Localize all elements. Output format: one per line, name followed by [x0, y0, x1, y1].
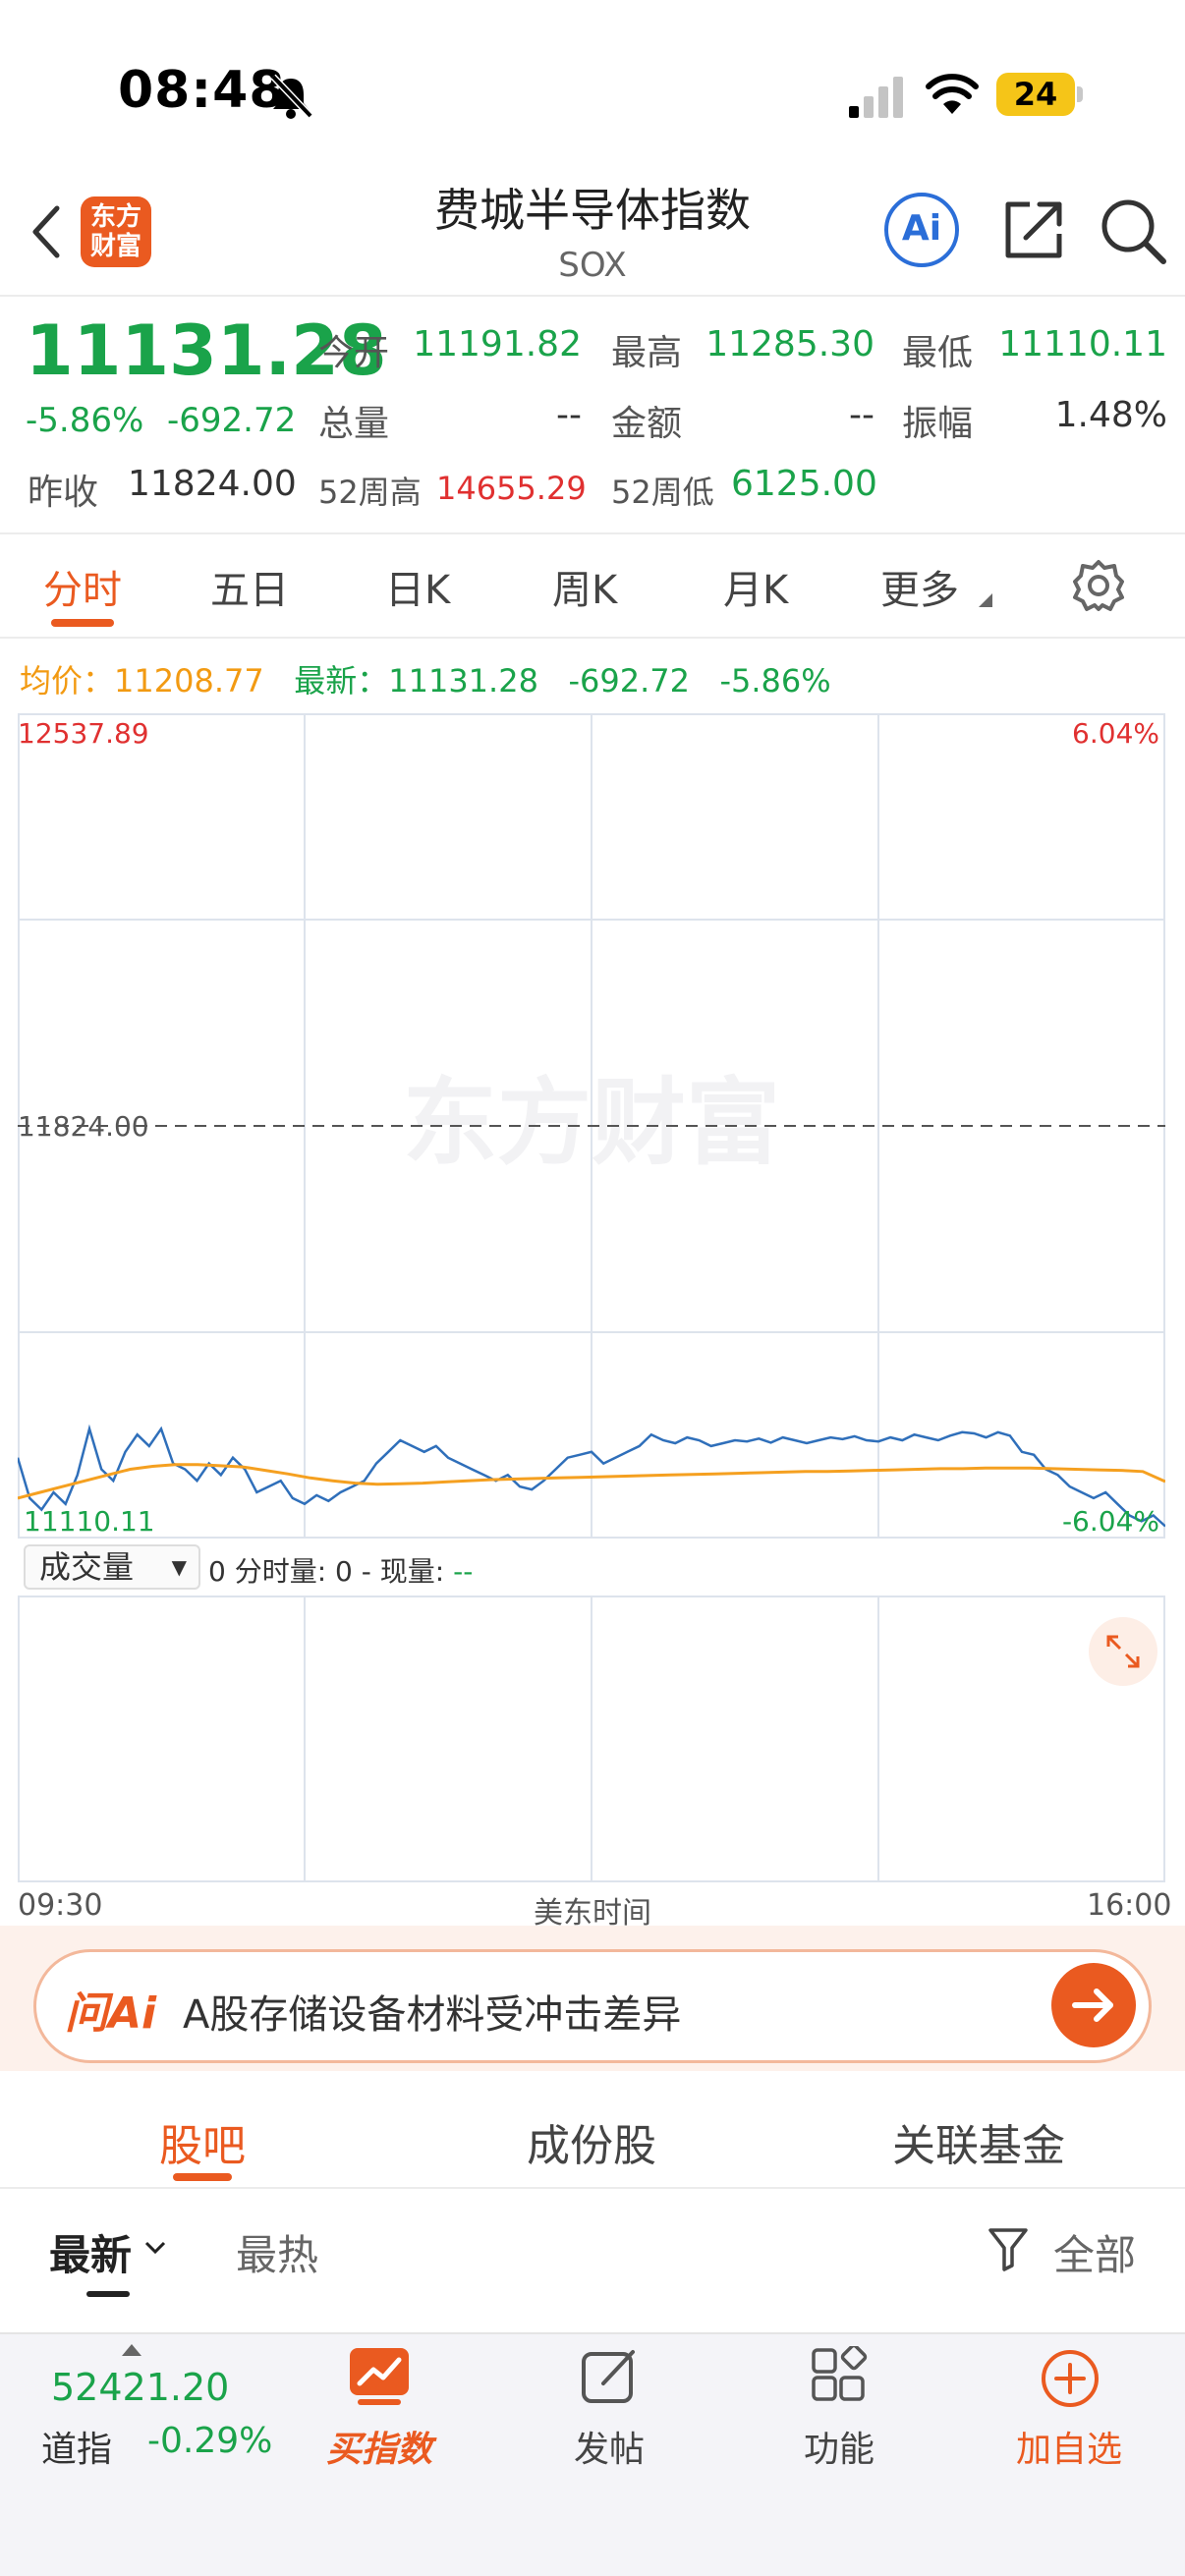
avg-latest-bar: 均价：11208.77 最新：11131.28 -692.72 -5.86%	[20, 656, 831, 701]
post-label[interactable]: 发帖	[531, 2421, 688, 2472]
volume-info: 0 分时量: 0 - 现量: --	[208, 1550, 473, 1590]
expand-chart-button[interactable]	[1089, 1617, 1157, 1686]
quote-divider	[0, 532, 1185, 534]
tab-monthly-k[interactable]: 月K	[723, 558, 788, 615]
pct-min-label: -6.04%	[1062, 1505, 1159, 1538]
amount-value: --	[849, 395, 875, 435]
chevron-down-icon: ▼	[171, 1555, 187, 1579]
share-icon[interactable]	[1000, 196, 1067, 263]
sort-hot[interactable]: 最热	[236, 2222, 318, 2282]
caret-up-icon[interactable]	[122, 2344, 141, 2356]
tab-related-funds[interactable]: 关联基金	[892, 2110, 1065, 2173]
y-max-label: 12537.89	[18, 717, 149, 750]
wifi-icon	[926, 74, 979, 114]
tab-intraday[interactable]: 分时	[43, 558, 122, 615]
chart-watermark: 东方财富	[403, 1068, 780, 1178]
header-divider	[0, 295, 1185, 297]
djia-change[interactable]: -0.29%	[147, 2421, 272, 2461]
w52-high-value: 14655.29	[436, 470, 587, 507]
amount-label: 金额	[611, 404, 683, 444]
ai-logo: 问Ai	[65, 1988, 157, 2039]
open-label: 今开	[318, 333, 390, 373]
time-end: 16:00	[1087, 1888, 1172, 1923]
volume-label: 总量	[318, 404, 390, 444]
change-percent: -5.86%	[26, 401, 144, 440]
add-watchlist-label[interactable]: 加自选	[990, 2421, 1148, 2472]
w52-low-label: 52周低	[611, 474, 714, 511]
latest-label: 最新：	[294, 662, 389, 700]
pct-max-label: 6.04%	[1072, 717, 1159, 750]
djia-label[interactable]: 道指	[41, 2421, 112, 2472]
w52-low-value: 6125.00	[731, 464, 877, 504]
bell-muted-icon	[270, 74, 313, 119]
volume-chart	[18, 1596, 1165, 1882]
tabs-divider	[0, 637, 1185, 639]
tab-daily-k[interactable]: 日K	[385, 558, 450, 615]
volume-info-text: 0 分时量: 0 - 现量:	[208, 1555, 454, 1588]
filter-icon[interactable]	[987, 2226, 1030, 2273]
prev-close-label: 昨收	[28, 473, 99, 513]
battery-indicator: 24	[996, 73, 1075, 116]
ai-suggestion-text[interactable]: A股存储设备材料受冲击差异	[183, 1983, 681, 2040]
arrow-right-icon	[1072, 1988, 1113, 2022]
tab-indicator	[51, 619, 114, 627]
high-label: 最高	[611, 333, 683, 373]
djia-value[interactable]: 52421.20	[51, 2366, 229, 2409]
functions-label[interactable]: 功能	[761, 2421, 918, 2472]
post-icon[interactable]	[580, 2346, 641, 2407]
ai-go-button[interactable]	[1051, 1963, 1136, 2047]
prev-close-value: 11824.00	[128, 464, 297, 504]
latest-change: -692.72	[568, 662, 690, 700]
latest-value: 11131.28	[388, 662, 538, 700]
volume-select-label: 成交量	[39, 1548, 135, 1586]
functions-icon[interactable]	[810, 2346, 869, 2405]
amplitude-value: 1.48%	[1054, 395, 1167, 435]
w52-high-label: 52周高	[318, 474, 422, 511]
cellular-signal-icon	[849, 77, 903, 118]
buy-index-label[interactable]: 买指数	[301, 2421, 458, 2472]
tab-more[interactable]: 更多	[880, 558, 959, 615]
filter-all[interactable]: 全部	[1053, 2222, 1136, 2282]
low-value: 11110.11	[998, 324, 1167, 364]
change-amount: -692.72	[167, 401, 297, 440]
latest-change-pct: -5.86%	[719, 662, 831, 700]
more-dropdown-icon	[979, 593, 992, 607]
ai-assistant-button[interactable]: Ai	[884, 193, 959, 267]
amplitude-label: 振幅	[902, 404, 974, 444]
add-watchlist-icon[interactable]	[1040, 2348, 1100, 2409]
search-icon[interactable]	[1099, 196, 1169, 267]
sort-chevron-icon	[144, 2241, 166, 2255]
volume-grid	[18, 1596, 1165, 1882]
buy-index-icon[interactable]	[348, 2346, 411, 2407]
y-min-label: 11110.11	[24, 1505, 155, 1538]
battery-cap	[1077, 86, 1083, 102]
open-value: 11191.82	[413, 324, 582, 364]
tab-weekly-k[interactable]: 周K	[552, 558, 617, 615]
sort-indicator	[86, 2291, 130, 2297]
gear-icon[interactable]	[1071, 558, 1126, 613]
low-label: 最低	[902, 333, 974, 373]
tab-forum[interactable]: 股吧	[159, 2110, 246, 2173]
section-divider	[0, 2187, 1185, 2189]
tab-five-day[interactable]: 五日	[210, 558, 289, 615]
sort-latest[interactable]: 最新	[49, 2222, 132, 2282]
volume-indicator-select[interactable]: 成交量 ▼	[24, 1544, 200, 1590]
expand-icon	[1106, 1635, 1140, 1668]
section-tab-indicator	[173, 2173, 232, 2181]
high-value: 11285.30	[705, 324, 875, 364]
tab-constituents[interactable]: 成份股	[527, 2110, 656, 2173]
volume-current: --	[453, 1555, 474, 1588]
intraday-chart[interactable]: 东方财富 12537.89 6.04% 11824.00 11110.11 -6…	[18, 713, 1165, 1539]
volume-value: --	[556, 395, 582, 435]
avg-label: 均价：	[20, 662, 115, 700]
y-mid-label: 11824.00	[18, 1110, 149, 1143]
status-time: 08:48	[118, 61, 286, 120]
avg-value: 11208.77	[114, 662, 264, 700]
